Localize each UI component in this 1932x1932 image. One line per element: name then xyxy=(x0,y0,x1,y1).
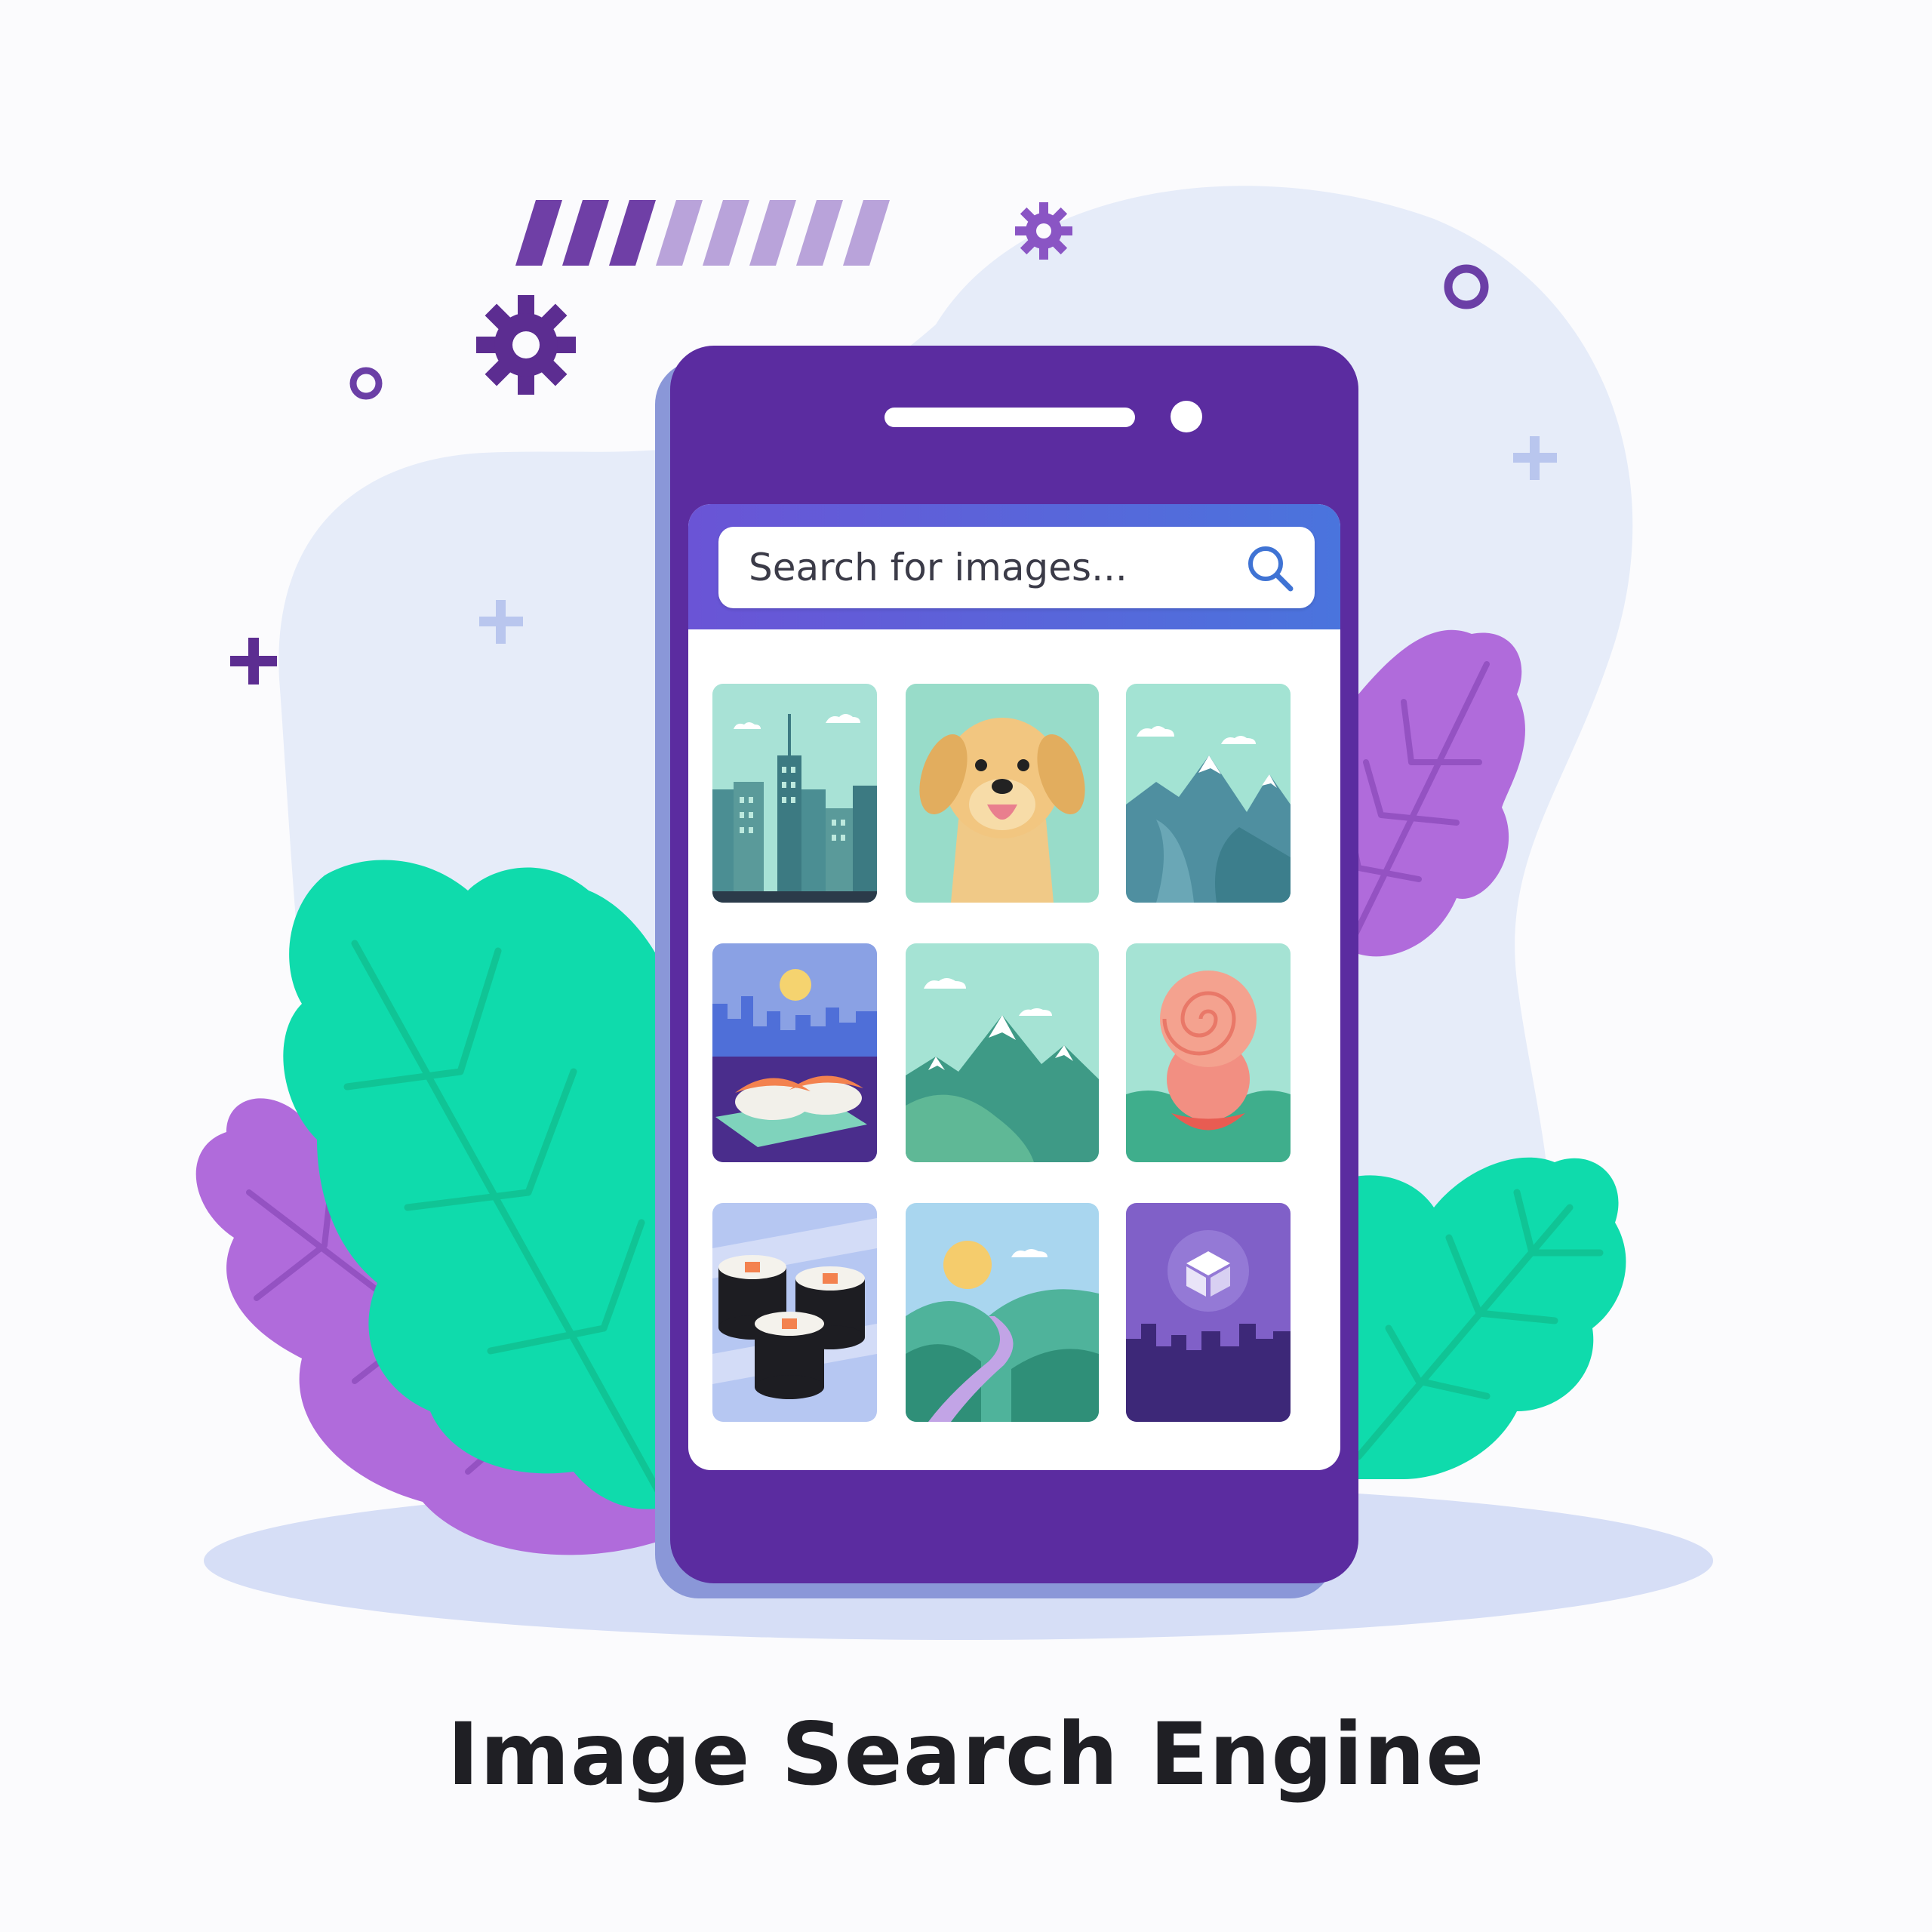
search-bar[interactable] xyxy=(718,527,1315,608)
leaf-decoration xyxy=(1351,1157,1626,1479)
phone-speaker xyxy=(884,408,1135,427)
gear-icon xyxy=(476,295,576,395)
search-header xyxy=(688,504,1340,629)
spiral-dessert-image[interactable] xyxy=(1126,943,1291,1162)
snowy-mountain-image[interactable] xyxy=(1126,684,1291,903)
green-mountain-image[interactable] xyxy=(906,943,1099,1162)
phone-screen xyxy=(688,504,1340,1470)
search-input[interactable] xyxy=(747,545,1218,590)
page-title: Image Search Engine xyxy=(447,1704,1485,1804)
stripes-decoration xyxy=(515,200,890,266)
phone-camera xyxy=(1171,401,1202,432)
sushi-rolls-image[interactable] xyxy=(712,1203,877,1422)
ring-decoration xyxy=(349,367,383,400)
city-skyline-image[interactable] xyxy=(712,684,877,903)
golden-retriever-image[interactable] xyxy=(906,684,1099,903)
gear-icon xyxy=(1015,202,1072,260)
sushi-city-image[interactable] xyxy=(712,943,877,1162)
purple-city-logo-image[interactable] xyxy=(1126,1203,1291,1422)
river-valley-image[interactable] xyxy=(906,1203,1099,1422)
search-icon[interactable] xyxy=(1245,543,1295,593)
plus-decoration xyxy=(230,638,277,685)
